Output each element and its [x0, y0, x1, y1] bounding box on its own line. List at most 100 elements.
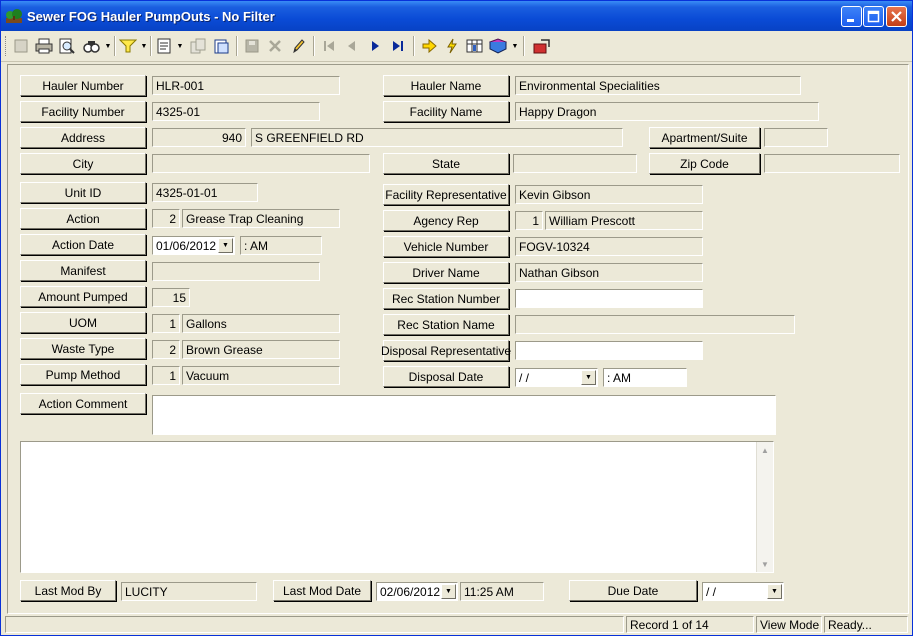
facility-representative-label[interactable]: Facility Representative [383, 184, 509, 205]
hauler-name-label[interactable]: Hauler Name [383, 75, 509, 96]
hauler-name-field[interactable]: Environmental Specialities [515, 76, 801, 95]
due-date-picker[interactable]: / / ▼ [702, 582, 784, 601]
zip-code-field[interactable] [764, 154, 900, 173]
zip-code-label[interactable]: Zip Code [649, 153, 760, 174]
uom-code-field[interactable]: 1 [152, 314, 180, 333]
pump-method-label[interactable]: Pump Method [20, 364, 146, 385]
last-mod-date-dropdown-button[interactable]: ▼ [441, 584, 456, 599]
apartment-suite-label[interactable]: Apartment/Suite [649, 127, 760, 148]
due-date-label[interactable]: Due Date [569, 580, 697, 601]
uom-label[interactable]: UOM [20, 312, 146, 333]
address-street-field[interactable]: S GREENFIELD RD [251, 128, 623, 147]
disposal-representative-field[interactable] [515, 341, 703, 360]
previous-record-button[interactable] [341, 35, 363, 57]
waste-type-code-field[interactable]: 2 [152, 340, 180, 359]
address-label[interactable]: Address [20, 127, 146, 148]
pump-method-field[interactable]: Vacuum [182, 366, 340, 385]
report-button[interactable] [464, 35, 486, 57]
city-field[interactable] [152, 154, 370, 173]
last-mod-date-picker[interactable]: 02/06/2012 ▼ [376, 582, 458, 601]
view-dropdown[interactable]: ▼ [176, 35, 184, 57]
disposal-date-label[interactable]: Disposal Date [383, 366, 509, 387]
new-record-button[interactable] [10, 35, 32, 57]
disposal-date-picker[interactable]: / / ▼ [515, 368, 598, 387]
facility-number-label[interactable]: Facility Number [20, 101, 146, 122]
apartment-suite-field[interactable] [764, 128, 828, 147]
print-button[interactable] [33, 35, 55, 57]
state-label[interactable]: State [383, 153, 509, 174]
copy-button[interactable] [187, 35, 209, 57]
action-field[interactable]: Grease Trap Cleaning [182, 209, 340, 228]
find-button[interactable] [81, 35, 103, 57]
close-button[interactable] [886, 6, 907, 27]
maximize-button[interactable] [863, 6, 884, 27]
pump-method-code-field[interactable]: 1 [152, 366, 180, 385]
last-mod-time-field[interactable]: 11:25 AM [460, 582, 544, 601]
rec-station-name-field[interactable] [515, 315, 795, 334]
filter-button[interactable] [117, 35, 139, 57]
action-comment-field[interactable] [152, 395, 776, 435]
book-button[interactable] [487, 35, 509, 57]
agency-rep-label[interactable]: Agency Rep [383, 210, 509, 231]
clipboard-button[interactable] [210, 35, 232, 57]
rec-station-number-label[interactable]: Rec Station Number [383, 288, 509, 309]
unit-id-field[interactable]: 4325-01-01 [152, 183, 258, 202]
edit-button[interactable] [287, 35, 309, 57]
address-number-field[interactable]: 940 [152, 128, 246, 147]
scroll-down-button[interactable]: ▼ [757, 556, 773, 572]
action-time-field[interactable]: : AM [240, 236, 322, 255]
city-label[interactable]: City [20, 153, 146, 174]
minimize-button[interactable] [841, 6, 862, 27]
state-field[interactable] [513, 154, 637, 173]
last-mod-by-label[interactable]: Last Mod By [20, 580, 116, 601]
facility-number-field[interactable]: 4325-01 [152, 102, 320, 121]
action-date-picker[interactable]: 01/06/2012 ▼ [152, 236, 235, 255]
facility-representative-field[interactable]: Kevin Gibson [515, 185, 703, 204]
first-record-button[interactable] [318, 35, 340, 57]
manifest-field[interactable] [152, 262, 320, 281]
action-date-label[interactable]: Action Date [20, 234, 146, 255]
action-code-field[interactable]: 2 [152, 209, 180, 228]
unit-id-label[interactable]: Unit ID [20, 182, 146, 203]
driver-name-label[interactable]: Driver Name [383, 262, 509, 283]
disposal-representative-label[interactable]: Disposal Representative [381, 340, 511, 361]
book-dropdown[interactable]: ▼ [511, 35, 519, 57]
scroll-up-button[interactable]: ▲ [757, 442, 773, 458]
action-comment-label[interactable]: Action Comment [20, 393, 146, 414]
last-mod-date-label[interactable]: Last Mod Date [273, 580, 371, 601]
find-dropdown[interactable]: ▼ [104, 35, 112, 57]
waste-type-field[interactable]: Brown Grease [182, 340, 340, 359]
print-preview-button[interactable] [56, 35, 78, 57]
action-label[interactable]: Action [20, 208, 146, 229]
disposal-time-field[interactable]: : AM [603, 368, 687, 387]
agency-rep-code-field[interactable]: 1 [515, 211, 543, 230]
uom-field[interactable]: Gallons [182, 314, 340, 333]
driver-name-field[interactable]: Nathan Gibson [515, 263, 703, 282]
action-date-dropdown-button[interactable]: ▼ [218, 238, 233, 253]
view-button[interactable] [153, 35, 175, 57]
vehicle-number-field[interactable]: FOGV-10324 [515, 237, 703, 256]
exit-button[interactable] [531, 35, 553, 57]
lightning-button[interactable] [441, 35, 463, 57]
save-button[interactable] [241, 35, 263, 57]
go-to-button[interactable] [418, 35, 440, 57]
filter-dropdown[interactable]: ▼ [140, 35, 148, 57]
disposal-date-dropdown-button[interactable]: ▼ [581, 370, 596, 385]
next-record-button[interactable] [364, 35, 386, 57]
due-date-dropdown-button[interactable]: ▼ [767, 584, 782, 599]
hauler-number-label[interactable]: Hauler Number [20, 75, 146, 96]
vehicle-number-label[interactable]: Vehicle Number [383, 236, 509, 257]
amount-pumped-label[interactable]: Amount Pumped [20, 286, 146, 307]
rec-station-number-field[interactable] [515, 289, 703, 308]
waste-type-label[interactable]: Waste Type [20, 338, 146, 359]
delete-button[interactable] [264, 35, 286, 57]
notes-scrollbar[interactable]: ▲ ▼ [756, 442, 773, 572]
last-mod-by-field[interactable]: LUCITY [121, 582, 257, 601]
rec-station-name-label[interactable]: Rec Station Name [383, 314, 509, 335]
manifest-label[interactable]: Manifest [20, 260, 146, 281]
amount-pumped-field[interactable]: 15 [152, 288, 190, 307]
last-record-button[interactable] [387, 35, 409, 57]
facility-name-field[interactable]: Happy Dragon [515, 102, 819, 121]
hauler-number-field[interactable]: HLR-001 [152, 76, 340, 95]
agency-rep-field[interactable]: William Prescott [545, 211, 703, 230]
